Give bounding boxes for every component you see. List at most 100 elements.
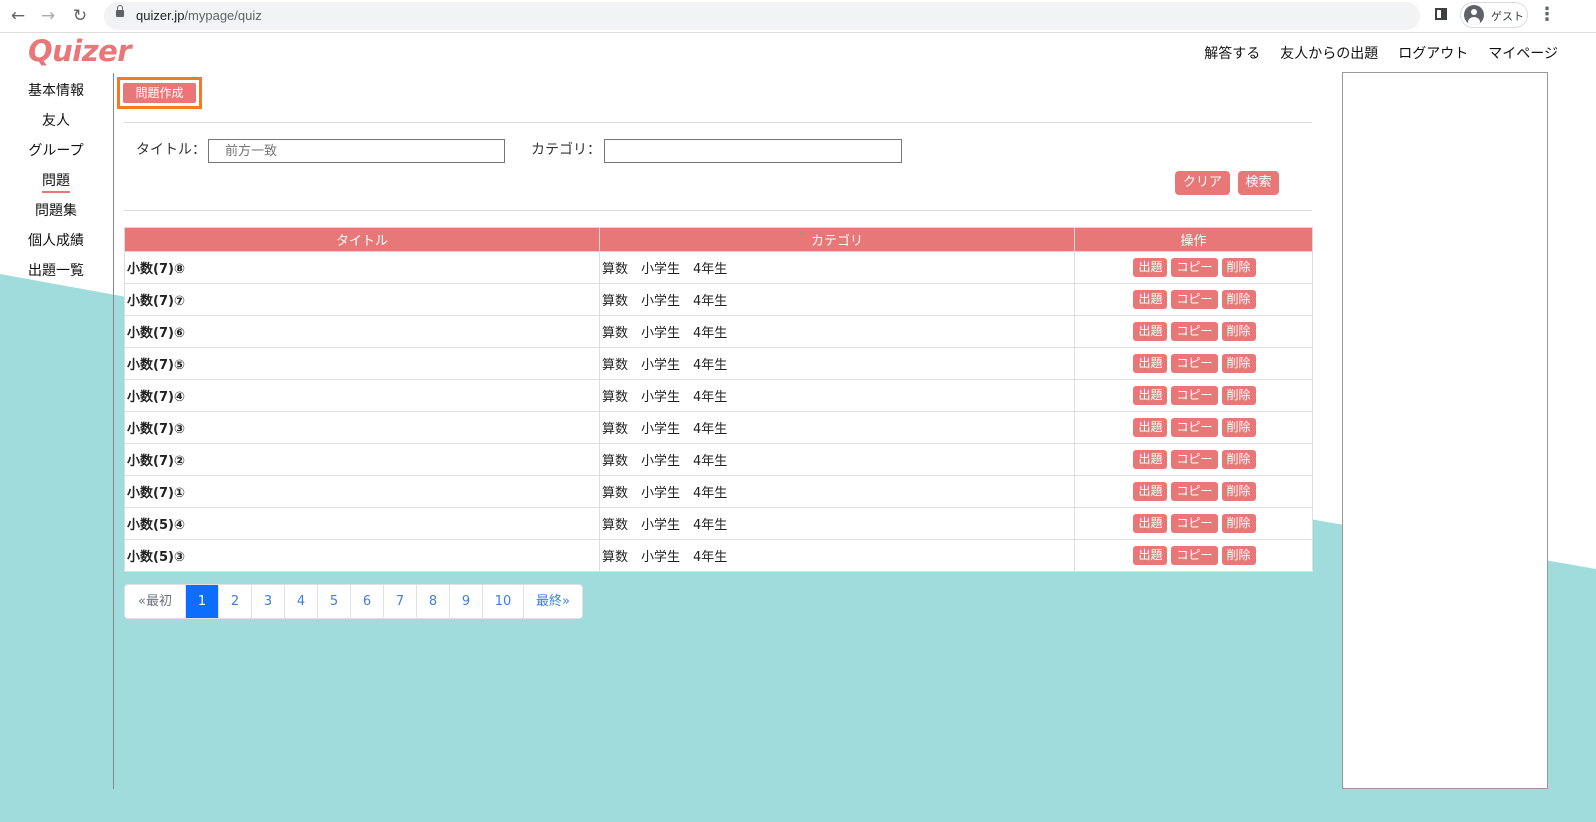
- quiz-category-cell: 算数 小学生 4年生: [599, 347, 1075, 380]
- quiz-title-cell[interactable]: 小数(5)④: [124, 507, 600, 540]
- delete-button[interactable]: 削除: [1221, 290, 1256, 309]
- copy-button[interactable]: コピー: [1171, 546, 1218, 565]
- avatar-icon: [1464, 5, 1484, 25]
- column-header-category[interactable]: カテゴリ: [599, 227, 1075, 252]
- assign-button[interactable]: 出題: [1133, 450, 1168, 469]
- nav-from-friends[interactable]: 友人からの出題: [1280, 43, 1378, 63]
- assign-button[interactable]: 出題: [1133, 514, 1168, 533]
- copy-button[interactable]: コピー: [1171, 258, 1218, 277]
- copy-button[interactable]: コピー: [1171, 354, 1218, 373]
- quiz-table-body: 小数(7)⑧ 算数 小学生 4年生 出題 コピー 削除 小数(7)⑦ 算数 小学生 4年生出…: [124, 251, 1313, 572]
- back-arrow-icon[interactable]: ←: [8, 6, 28, 26]
- title-search-input[interactable]: [208, 139, 505, 163]
- table-row: 小数(7)⑥ 算数 小学生 4年生 出題 コピー 削除: [124, 315, 1313, 348]
- quiz-category-cell: 算数 小学生 4年生: [599, 251, 1075, 284]
- pagination-page-2[interactable]: 2: [218, 585, 251, 618]
- table-row: 小数(7)⑤ 算数 小学生 4年生 出題 コピー 削除: [124, 347, 1313, 380]
- quiz-title-cell[interactable]: 小数(5)③: [124, 539, 600, 572]
- reload-icon[interactable]: ↻: [70, 6, 90, 26]
- url-host: quizer.jp: [136, 8, 185, 23]
- pagination-page-6[interactable]: 6: [350, 585, 383, 618]
- pagination-page-5[interactable]: 5: [317, 585, 350, 618]
- quiz-operations-cell: 出題 コピー 削除: [1074, 347, 1313, 380]
- sidebar-item-basic-info[interactable]: 基本情報: [0, 80, 112, 110]
- sidebar-item-question-sets[interactable]: 問題集: [0, 200, 112, 230]
- copy-button[interactable]: コピー: [1171, 450, 1218, 469]
- delete-button[interactable]: 削除: [1221, 482, 1256, 501]
- delete-button[interactable]: 削除: [1221, 546, 1256, 565]
- sidebar-item-questions[interactable]: 問題: [0, 170, 112, 200]
- quiz-category-cell: 算数 小学生 4年生: [599, 315, 1075, 348]
- delete-button[interactable]: 削除: [1221, 450, 1256, 469]
- assign-button[interactable]: 出題: [1133, 418, 1168, 437]
- kebab-menu-icon[interactable]: ⋮: [1538, 5, 1556, 25]
- quiz-category-cell: 算数 小学生 4年生: [599, 507, 1075, 540]
- pagination-page-7[interactable]: 7: [383, 585, 416, 618]
- assign-button[interactable]: 出題: [1133, 354, 1168, 373]
- copy-button[interactable]: コピー: [1171, 418, 1218, 437]
- table-row: 小数(7)⑧ 算数 小学生 4年生 出題 コピー 削除: [124, 251, 1313, 284]
- pagination-page-4[interactable]: 4: [284, 585, 317, 618]
- sidebar-item-assignment-list[interactable]: 出題一覧: [0, 260, 112, 290]
- create-question-label: 問題作成: [123, 83, 196, 103]
- sidebar-item-personal-results[interactable]: 個人成績: [0, 230, 112, 260]
- copy-button[interactable]: コピー: [1171, 322, 1218, 341]
- assign-button[interactable]: 出題: [1133, 258, 1168, 277]
- copy-button[interactable]: コピー: [1171, 482, 1218, 501]
- forward-arrow-icon[interactable]: →: [38, 6, 58, 26]
- top-nav: 解答する 友人からの出題 ログアウト マイページ: [1204, 43, 1558, 63]
- pagination-page-10[interactable]: 10: [482, 585, 523, 618]
- category-search-input[interactable]: [604, 139, 902, 163]
- sidebar-item-label: 友人: [42, 113, 70, 129]
- quiz-category-cell: 算数 小学生 4年生: [599, 283, 1075, 316]
- assign-button[interactable]: 出題: [1133, 322, 1168, 341]
- delete-button[interactable]: 削除: [1221, 258, 1256, 277]
- pagination-page-9[interactable]: 9: [449, 585, 482, 618]
- quiz-table: タイトル カテゴリ 操作 小数(7)⑧ 算数 小学生 4年生 出題 コピー 削除 小数(7…: [124, 227, 1313, 572]
- site-logo[interactable]: Quizer: [28, 34, 132, 68]
- address-bar[interactable]: quizer.jp/mypage/quiz: [104, 2, 1420, 30]
- pagination-first[interactable]: «最初: [125, 585, 185, 618]
- sidebar-item-group[interactable]: グループ: [0, 140, 112, 170]
- quiz-title-cell[interactable]: 小数(7)①: [124, 475, 600, 508]
- delete-button[interactable]: 削除: [1221, 418, 1256, 437]
- nav-answer[interactable]: 解答する: [1204, 43, 1260, 63]
- sidebar-item-friends[interactable]: 友人: [0, 110, 112, 140]
- nav-logout[interactable]: ログアウト: [1398, 43, 1468, 63]
- profile-button[interactable]: ゲスト: [1460, 2, 1528, 28]
- quiz-title-cell[interactable]: 小数(7)③: [124, 411, 600, 444]
- quiz-operations-cell: 出題 コピー 削除: [1074, 315, 1313, 348]
- copy-button[interactable]: コピー: [1171, 386, 1218, 405]
- quiz-title-cell[interactable]: 小数(7)⑤: [124, 347, 600, 380]
- clear-button[interactable]: クリア: [1175, 171, 1230, 195]
- quiz-category-cell: 算数 小学生 4年生: [599, 379, 1075, 412]
- sidebar-item-label: 問題: [42, 173, 70, 193]
- assign-button[interactable]: 出題: [1133, 290, 1168, 309]
- title-filter-label: タイトル：: [136, 142, 206, 158]
- quiz-operations-cell: 出題 コピー 削除: [1074, 411, 1313, 444]
- delete-button[interactable]: 削除: [1221, 354, 1256, 373]
- side-panel-icon[interactable]: [1435, 8, 1447, 20]
- copy-button[interactable]: コピー: [1171, 514, 1218, 533]
- column-header-title[interactable]: タイトル: [124, 227, 600, 252]
- pagination-page-1[interactable]: 1: [185, 585, 218, 618]
- quiz-title-cell[interactable]: 小数(7)⑥: [124, 315, 600, 348]
- assign-button[interactable]: 出題: [1133, 546, 1168, 565]
- pagination-page-3[interactable]: 3: [251, 585, 284, 618]
- search-button[interactable]: 検索: [1238, 171, 1279, 195]
- nav-mypage[interactable]: マイページ: [1488, 43, 1558, 63]
- pagination-last[interactable]: 最終»: [523, 585, 582, 618]
- quiz-title-cell[interactable]: 小数(7)④: [124, 379, 600, 412]
- quiz-title-cell[interactable]: 小数(7)⑧: [124, 251, 600, 284]
- create-question-button[interactable]: 問題作成: [117, 77, 202, 109]
- copy-button[interactable]: コピー: [1171, 290, 1218, 309]
- delete-button[interactable]: 削除: [1221, 386, 1256, 405]
- delete-button[interactable]: 削除: [1221, 322, 1256, 341]
- url-path: /mypage/quiz: [184, 8, 262, 23]
- delete-button[interactable]: 削除: [1221, 514, 1256, 533]
- quiz-title-cell[interactable]: 小数(7)②: [124, 443, 600, 476]
- assign-button[interactable]: 出題: [1133, 482, 1168, 501]
- quiz-title-cell[interactable]: 小数(7)⑦: [124, 283, 600, 316]
- assign-button[interactable]: 出題: [1133, 386, 1168, 405]
- pagination-page-8[interactable]: 8: [416, 585, 449, 618]
